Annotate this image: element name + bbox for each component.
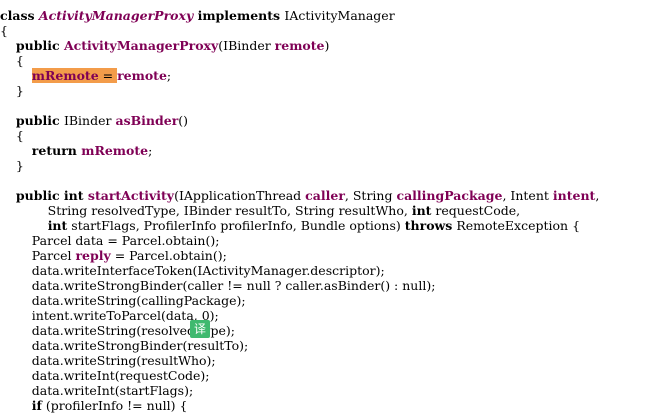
code-line: data.writeStrongBinder(caller != null ? … <box>0 278 436 293</box>
code-line: if (profilerInfo != null) { <box>31 398 188 413</box>
code-line: intent.writeToParcel(data, 0); <box>0 308 219 323</box>
code-line: Parcel data = Parcel.obtain(); <box>0 233 220 248</box>
code-line: { <box>0 53 24 68</box>
code-line: int startFlags, ProfilerInfo profilerInf… <box>47 218 581 233</box>
code-line: return mRemote; <box>31 143 153 158</box>
code-line: data.writeInterfaceToken(IActivityManage… <box>0 263 385 278</box>
code-line: data.writeInt(startFlags); <box>0 383 194 398</box>
code-line: } <box>0 83 24 98</box>
code-line: Parcel reply = Parcel.obtain(); <box>0 248 227 263</box>
code-line: data.writeString(callingPackage); <box>0 293 246 308</box>
code-line: } <box>0 158 24 173</box>
highlighted-token: mRemote <box>31 68 99 83</box>
code-line: String resolvedType, IBinder resultTo, S… <box>0 203 521 218</box>
code-line: data.writeString(resultWho); <box>0 353 216 368</box>
code-line: { <box>0 23 8 38</box>
code-line: { <box>0 128 24 143</box>
code-line: data.writeInt(requestCode); <box>0 368 210 383</box>
code-line: data.writeStrongBinder(resultTo); <box>0 338 249 353</box>
code-line: public int startActivity(IApplicationThr… <box>15 188 600 203</box>
highlighted-token: = <box>98 68 118 83</box>
code-line: mRemote = remote; <box>31 68 172 83</box>
code-line: public ActivityManagerProxy(IBinder remo… <box>15 38 330 53</box>
code-line: public IBinder asBinder() <box>15 113 189 128</box>
code-editor[interactable]: class ActivityManagerProxy implements IA… <box>0 0 650 417</box>
translate-icon[interactable]: 译 <box>190 320 210 338</box>
code-line: class ActivityManagerProxy implements IA… <box>0 8 395 23</box>
